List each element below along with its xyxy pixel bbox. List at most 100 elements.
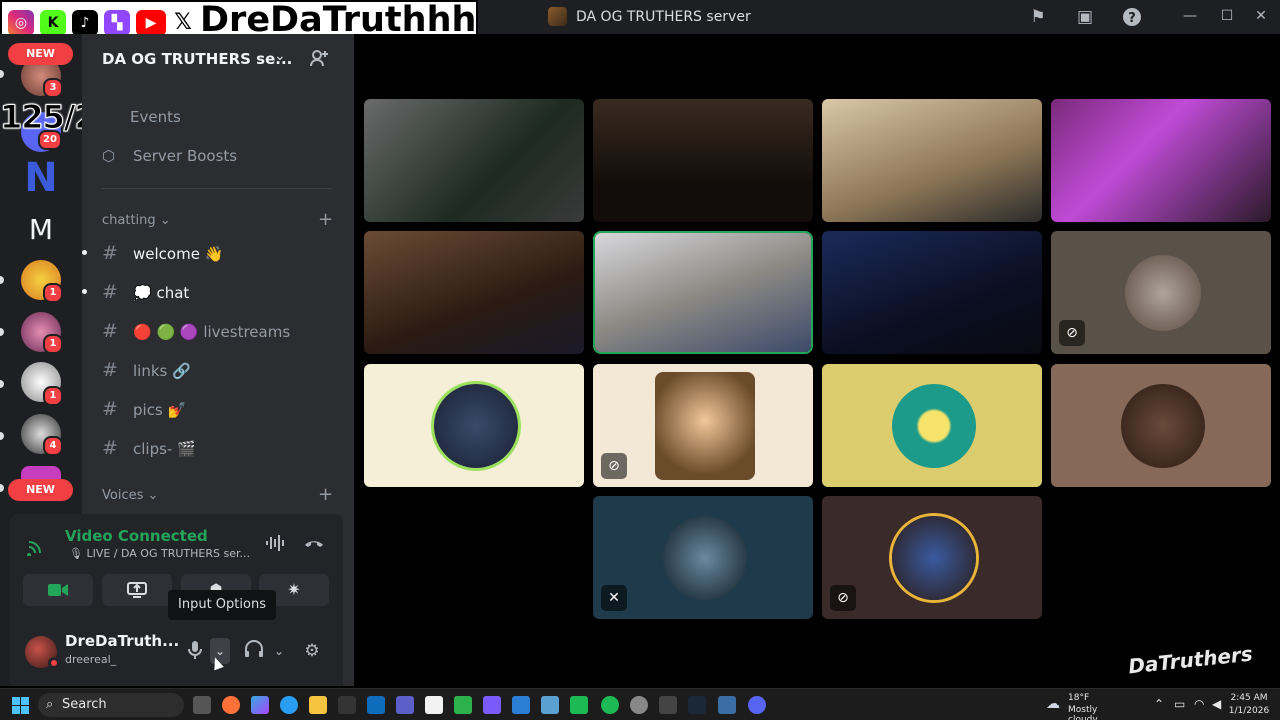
channel-welcome[interactable]: # welcome 👋	[102, 242, 223, 266]
help-icon[interactable]: ?	[1121, 7, 1143, 27]
user-tile[interactable]	[364, 364, 584, 487]
camera-off-icon: ⊘	[830, 585, 856, 611]
store-icon[interactable]	[338, 696, 356, 714]
wifi-icon[interactable]: ◠	[1194, 697, 1204, 711]
gear-icon[interactable]: ⚙	[301, 640, 323, 662]
user-tile[interactable]	[822, 364, 1042, 487]
app-icon[interactable]	[659, 696, 677, 714]
microphone-icon[interactable]	[185, 640, 205, 662]
teams-icon[interactable]	[396, 696, 414, 714]
voice-channel-name[interactable]: 🎙 LIVE / DA OG TRUTHERS ser...	[69, 547, 250, 560]
server-icon[interactable]: M	[21, 210, 61, 250]
channel-livestreams[interactable]: # 🔴 🟢 🟣 livestreams	[102, 320, 290, 344]
new-unreads-badge[interactable]: NEW	[8, 43, 73, 65]
taskbar-search[interactable]: ⌕ Search	[38, 693, 184, 717]
copilot-icon[interactable]	[251, 696, 269, 714]
server-icon	[548, 7, 567, 26]
user-tile[interactable]	[1051, 364, 1271, 487]
inbox-icon[interactable]: ▣	[1074, 7, 1096, 27]
outlook-icon[interactable]	[367, 696, 385, 714]
events-link[interactable]: Events	[130, 108, 181, 126]
channel-chat[interactable]: # 💭 chat	[102, 281, 189, 305]
video-tile[interactable]	[364, 99, 584, 222]
system-clock[interactable]: 2:45 AM 1/1/2026	[1228, 692, 1270, 718]
weather-widget[interactable]: ☁ 18°F Mostly cloudy	[1046, 692, 1126, 720]
close-button[interactable]: ✕	[1250, 6, 1272, 26]
create-channel-icon[interactable]: +	[318, 484, 333, 505]
input-options-tooltip: Input Options	[168, 590, 276, 620]
chevron-up-icon[interactable]: ⌃	[1154, 697, 1164, 711]
channel-pics[interactable]: # pics 💅	[102, 398, 186, 422]
video-tile-speaking[interactable]	[595, 233, 811, 352]
hash-icon: #	[102, 398, 118, 420]
user-tile[interactable]: ⊘	[822, 496, 1042, 619]
signal-icon[interactable]	[26, 536, 52, 557]
category-chatting[interactable]: chatting ⌄	[102, 213, 171, 228]
clock-date: 1/1/2026	[1228, 706, 1270, 716]
headphones-icon[interactable]	[243, 640, 265, 662]
user-tile[interactable]: ⊘	[593, 364, 813, 487]
avatar	[1125, 255, 1201, 331]
dnd-status-icon	[48, 657, 60, 669]
user-tile[interactable]: ✕	[593, 496, 813, 619]
category-voices[interactable]: Voices ⌄	[102, 488, 158, 503]
minimize-button[interactable]: —	[1179, 6, 1201, 26]
video-tile[interactable]	[1051, 99, 1271, 222]
app-icon[interactable]	[454, 696, 472, 714]
network-icon[interactable]: ▭	[1174, 697, 1185, 711]
channel-label: 💭 chat	[133, 284, 190, 302]
user-display-name[interactable]: DreDaTruth...	[65, 632, 179, 650]
maximize-button[interactable]: ☐	[1216, 6, 1238, 26]
share-screen-button[interactable]	[102, 574, 172, 606]
server-boosts-link[interactable]: ⬡ Server Boosts	[102, 147, 237, 165]
flag-icon[interactable]: ⚑	[1027, 7, 1049, 27]
channel-links[interactable]: # links 🔗	[102, 359, 191, 383]
disconnect-icon[interactable]	[303, 534, 325, 557]
hash-icon: #	[102, 437, 118, 459]
unread-pill	[0, 70, 4, 78]
discord-icon[interactable]	[748, 696, 766, 714]
video-tile[interactable]	[822, 99, 1042, 222]
channel-clips[interactable]: # clips- 🎬	[102, 437, 196, 461]
noise-suppression-icon[interactable]	[265, 534, 287, 557]
steam-icon[interactable]	[688, 696, 706, 714]
app-icon[interactable]	[718, 696, 736, 714]
video-tile[interactable]	[364, 231, 584, 354]
cloud-icon: ☁	[1046, 696, 1060, 712]
task-view-icon[interactable]	[193, 696, 211, 714]
volume-icon[interactable]: ◀	[1212, 697, 1221, 711]
user-tile[interactable]: ⊘	[1051, 231, 1271, 354]
video-tile[interactable]	[593, 99, 813, 222]
mention-badge: 1	[43, 386, 63, 406]
avatar	[892, 384, 976, 468]
unread-pill	[0, 432, 4, 440]
invite-people-icon[interactable]	[309, 48, 329, 73]
windows-start-icon[interactable]	[12, 697, 29, 714]
app-icon[interactable]	[425, 696, 443, 714]
photos-icon[interactable]	[541, 696, 559, 714]
camera-button[interactable]	[23, 574, 93, 606]
server-icon[interactable]: N	[21, 158, 61, 198]
video-tile[interactable]	[822, 231, 1042, 354]
avatar	[663, 516, 747, 600]
app-icon[interactable]	[570, 696, 588, 714]
output-options-chevron-icon[interactable]: ⌄	[272, 640, 286, 662]
firefox-icon[interactable]	[222, 696, 240, 714]
file-explorer-icon[interactable]	[309, 696, 327, 714]
app-icon[interactable]	[512, 696, 530, 714]
unread-pill	[0, 276, 4, 284]
events-label: Events	[130, 108, 181, 126]
user-tag: dreereal_	[65, 653, 117, 666]
channel-label: pics 💅	[133, 401, 187, 419]
spotify-icon[interactable]	[601, 696, 619, 714]
chevron-down-icon[interactable]: ⌄	[274, 48, 286, 64]
create-channel-icon[interactable]: +	[318, 209, 333, 230]
new-unreads-badge[interactable]: NEW	[8, 479, 73, 501]
server-name[interactable]: DA OG TRUTHERS se...	[102, 50, 292, 68]
app-icon[interactable]	[483, 696, 501, 714]
mention-badge: 1	[43, 334, 63, 354]
app-icon[interactable]	[630, 696, 648, 714]
voice-status[interactable]: Video Connected	[65, 527, 208, 545]
edge-icon[interactable]	[280, 696, 298, 714]
camera-off-icon: ⊘	[601, 453, 627, 479]
